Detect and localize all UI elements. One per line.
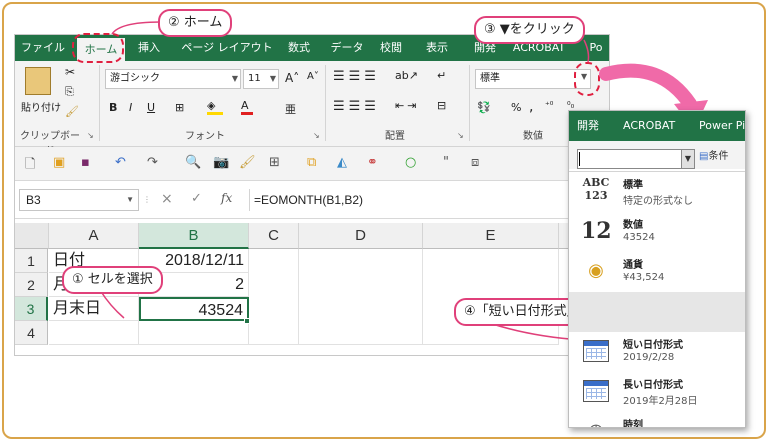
callout-step-1: ① セルを選択 <box>62 266 163 294</box>
number-format-dropdown-panel: 開発 ACROBAT Power Pi ▼ ▤条件 ABC 123 標準 特定の形… <box>568 110 746 428</box>
calendar-icon <box>583 380 609 402</box>
format-item-time[interactable]: ◷ 時刻 <box>569 412 745 428</box>
format-item-short-date[interactable]: 短い日付形式 2019/2/28 <box>569 332 745 372</box>
format-sample: 2019年2月28日 <box>623 396 698 407</box>
abc-123-icon: ABC 123 <box>582 176 610 202</box>
format-item-currency[interactable]: ◉ 通貨 ¥43,524 <box>569 252 745 292</box>
format-list: ABC 123 標準 特定の形式なし 12 数値 43524 ◉ 通貨 ¥43,5… <box>569 171 745 428</box>
panel-tab-acrobat[interactable]: ACROBAT <box>623 111 675 141</box>
callout-step-3: ③ ▼をクリック <box>474 16 585 44</box>
connector-3 <box>583 39 590 63</box>
panel-tab-developer[interactable]: 開発 <box>577 111 599 141</box>
panel-tab-power[interactable]: Power Pi <box>699 111 745 141</box>
coins-icon: ◉ <box>588 260 604 281</box>
format-title: 通貨 <box>623 260 643 271</box>
format-item-hidden[interactable] <box>569 292 745 332</box>
panel-tab-bar: 開発 ACROBAT Power Pi <box>569 111 745 141</box>
format-title: 時刻 <box>623 420 643 428</box>
format-item-long-date[interactable]: 長い日付形式 2019年2月28日 <box>569 372 745 412</box>
format-item-general[interactable]: ABC 123 標準 特定の形式なし <box>569 172 745 212</box>
connector-1 <box>99 289 125 319</box>
calendar-icon <box>583 340 609 362</box>
format-item-number[interactable]: 12 数値 43524 <box>569 212 745 252</box>
text-cursor <box>579 152 580 166</box>
number-format-dropdown-arrow[interactable]: ▼ <box>681 149 695 169</box>
format-sample: 特定の形式なし <box>623 196 693 207</box>
clock-icon: ◷ <box>581 416 611 427</box>
callout-step-2: ② ホーム <box>158 9 233 37</box>
format-sample: ¥43,524 <box>623 272 665 283</box>
format-title: 長い日付形式 <box>623 380 683 391</box>
format-title: 標準 <box>623 180 643 191</box>
format-title: 短い日付形式 <box>623 340 683 351</box>
connector-2 <box>111 21 161 35</box>
number-12-icon: 12 <box>581 218 612 244</box>
pink-arrow-shaft <box>599 63 697 111</box>
format-title: 数値 <box>623 220 643 231</box>
number-format-input[interactable] <box>577 149 693 169</box>
format-sample: 2019/2/28 <box>623 352 675 363</box>
conditional-format-label[interactable]: ▤条件 <box>699 147 728 162</box>
format-sample: 43524 <box>623 232 655 243</box>
